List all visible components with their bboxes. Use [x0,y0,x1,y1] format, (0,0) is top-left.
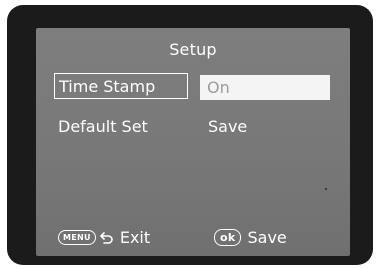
menu-item-time-stamp[interactable]: Time Stamp [54,73,188,99]
setup-screen: Setup Time Stamp On Default Set Save MEN… [36,28,350,256]
back-arrow-icon [100,232,113,244]
save-label: Save [247,227,287,247]
screen-title: Setup [169,40,217,59]
save-hint[interactable]: ok Save [214,226,287,248]
menu-key-icon: MENU [58,229,96,245]
exit-hint[interactable]: MENU Exit [58,226,150,248]
menu-item-default-set[interactable]: Default Set [58,114,148,140]
default-set-value[interactable]: Save [208,114,247,140]
exit-label: Exit [119,227,151,247]
time-stamp-value[interactable]: On [200,75,330,100]
ok-key-icon: ok [214,228,242,246]
screen-speck [325,188,327,190]
